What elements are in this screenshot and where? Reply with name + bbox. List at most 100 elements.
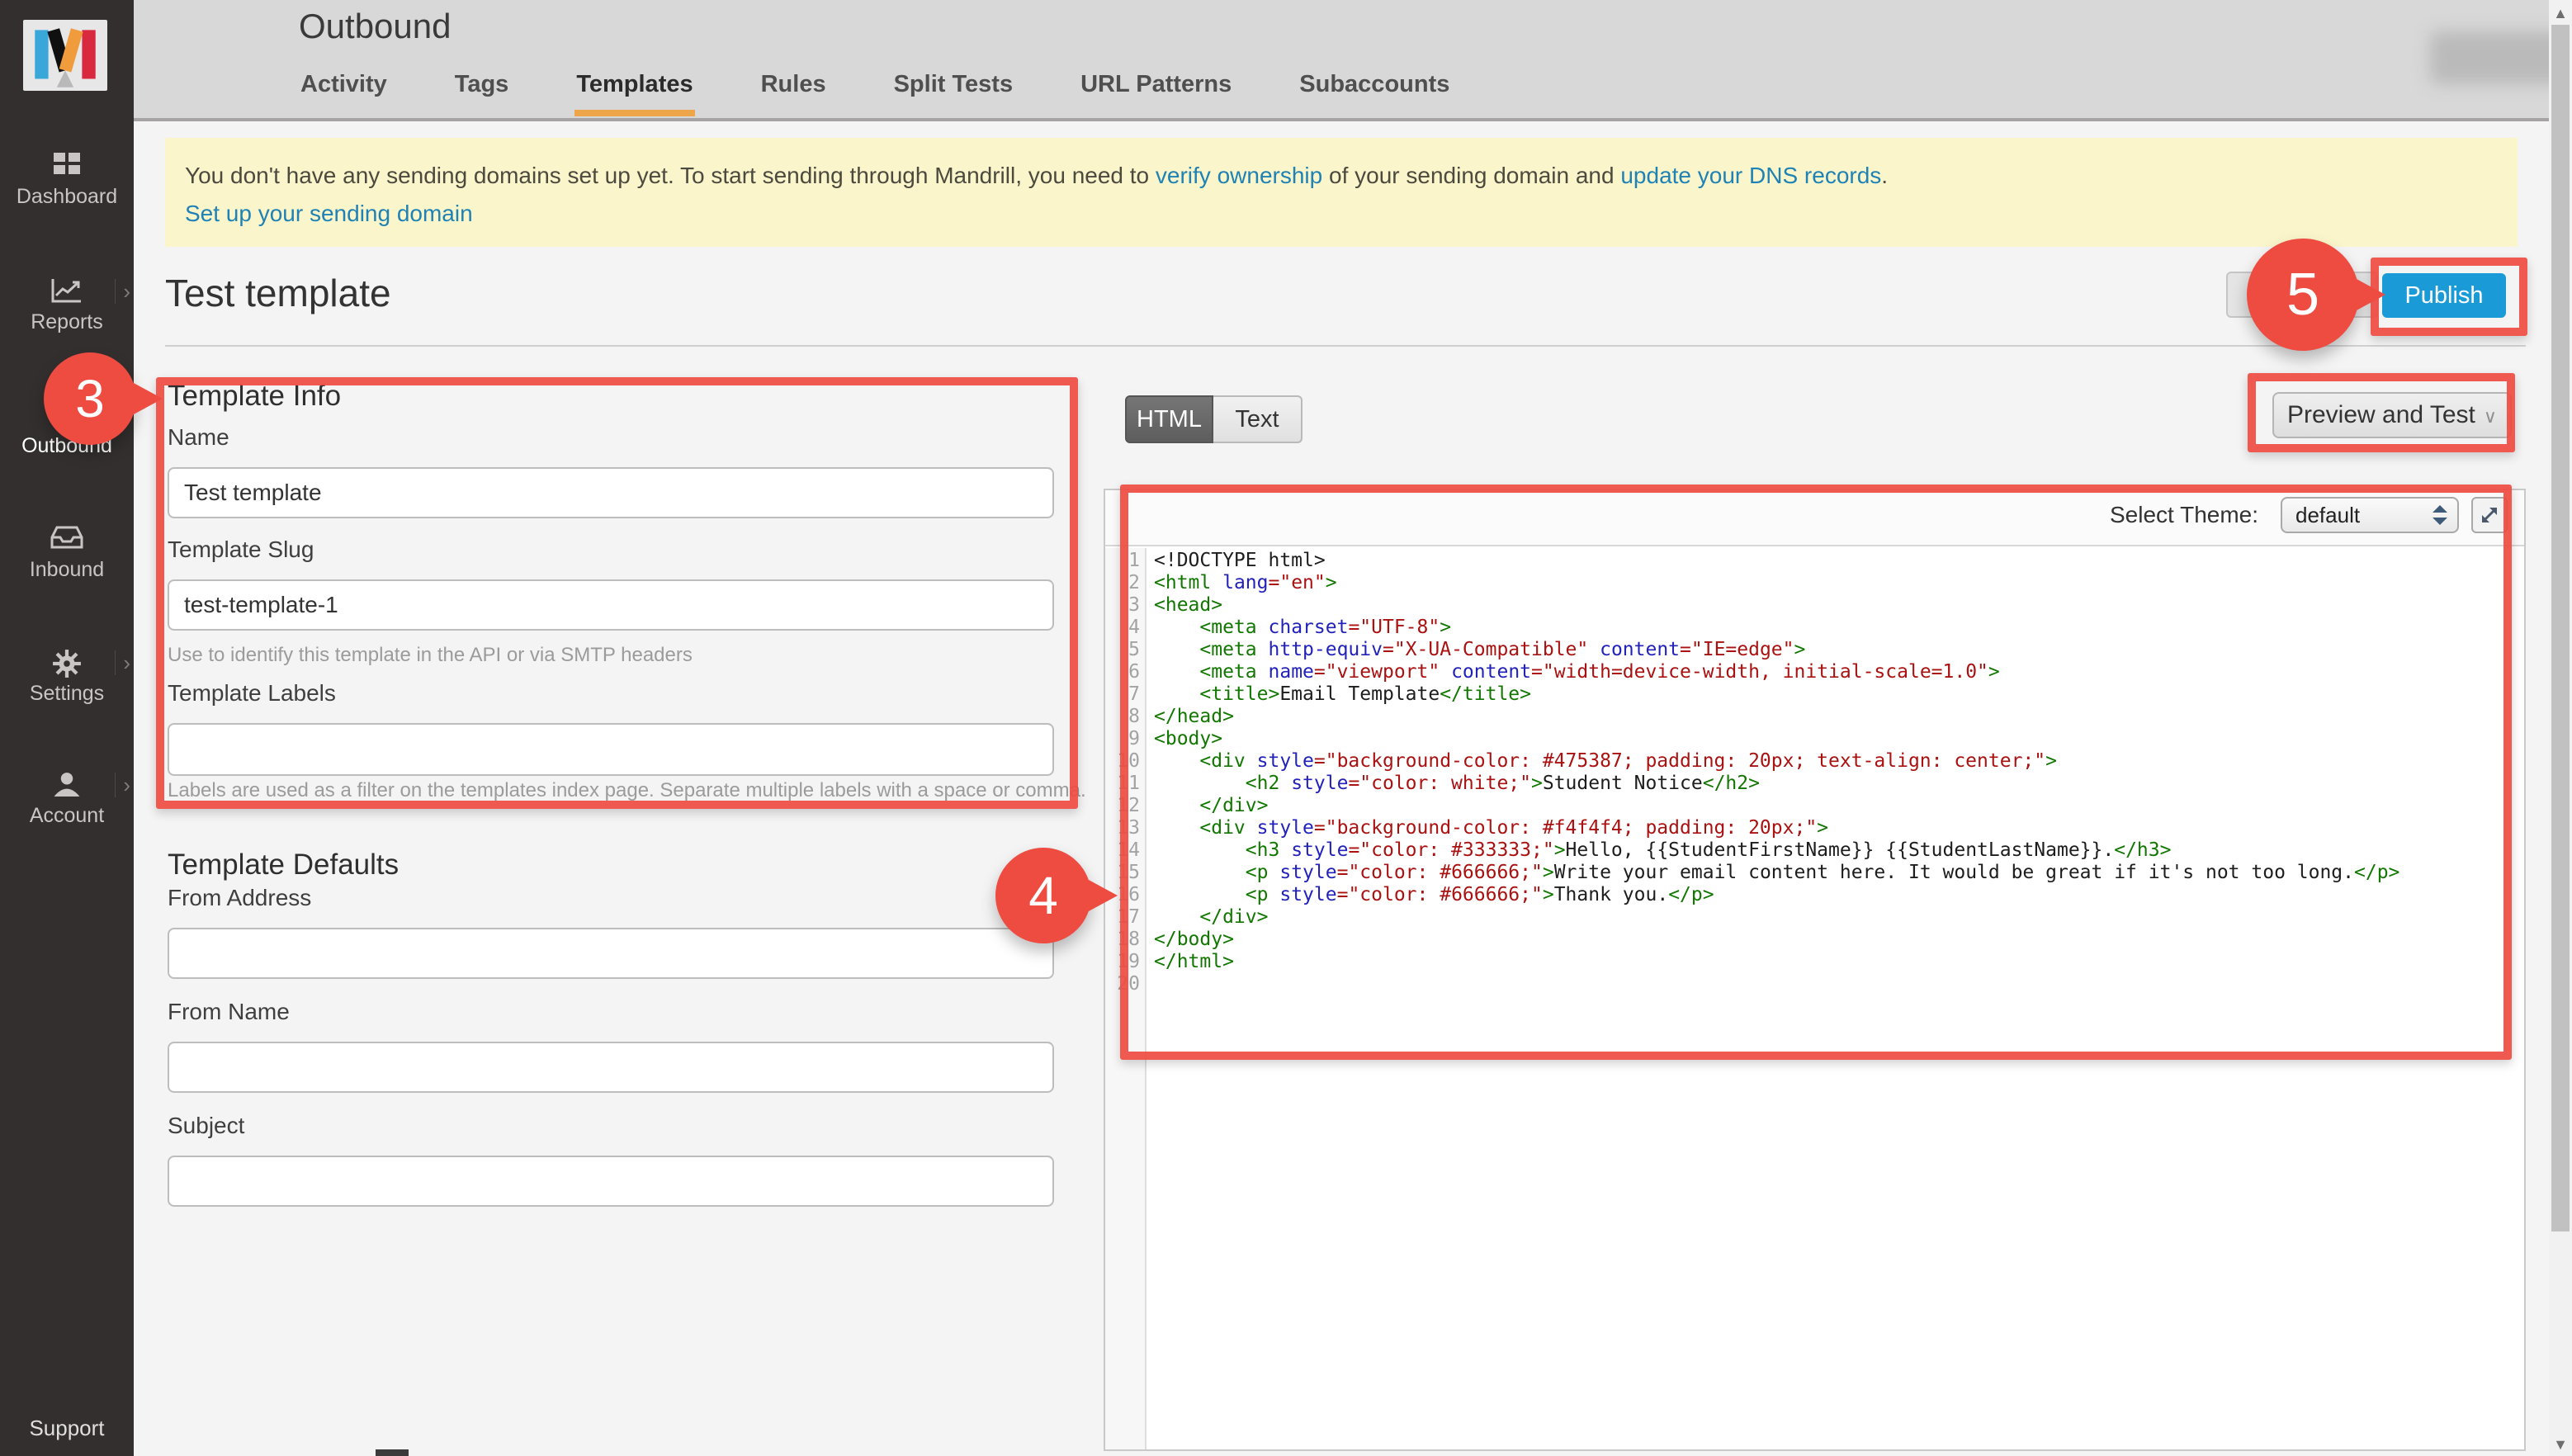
tab-tags[interactable]: Tags xyxy=(453,68,511,116)
line-number: 20 xyxy=(1105,973,1140,995)
tab-templates[interactable]: Templates xyxy=(574,68,694,116)
line-number: 2 xyxy=(1105,572,1140,594)
preview-and-test-button[interactable]: Preview and Test∨ xyxy=(2272,392,2512,438)
sidebar-item-reports[interactable]: Reports › xyxy=(0,274,134,334)
scrollbar-thumb[interactable] xyxy=(2551,25,2570,1231)
code-line[interactable]: <h2 style="color: white;">Student Notice… xyxy=(1154,773,1760,795)
line-number: 12 xyxy=(1105,795,1140,817)
sidebar: DashboardReports›OutboundInboundSettings… xyxy=(0,0,134,1456)
code-line[interactable]: <meta name="viewport" content="width=dev… xyxy=(1154,661,2000,683)
code-line[interactable]: <p style="color: #666666;">Write your em… xyxy=(1154,862,2399,884)
scroll-up-arrow-icon[interactable]: ▲ xyxy=(2552,5,2569,21)
sidebar-item-dashboard[interactable]: Dashboard xyxy=(0,149,134,209)
line-number: 13 xyxy=(1105,817,1140,839)
sidebar-item-inbound[interactable]: Inbound xyxy=(0,522,134,582)
name-label: Name xyxy=(168,424,229,451)
stepper-arrows-icon xyxy=(2431,503,2449,527)
code-line[interactable]: </div> xyxy=(1154,906,1268,929)
scrollbar[interactable]: ▲ ▼ xyxy=(2549,0,2572,1456)
sidebar-item-settings[interactable]: Settings› xyxy=(0,645,134,706)
tab-split-tests[interactable]: Split Tests xyxy=(892,68,1015,116)
code-line[interactable]: <html lang="en"> xyxy=(1154,572,1337,594)
subject-label: Subject xyxy=(168,1113,244,1139)
code-line[interactable]: <body> xyxy=(1154,728,1222,750)
code-line[interactable]: </head> xyxy=(1154,706,1234,728)
subject-input[interactable] xyxy=(168,1156,1054,1207)
chevron-right-icon: › xyxy=(115,279,130,304)
setup-sending-domain-link[interactable]: Set up your sending domain xyxy=(185,201,473,226)
line-number: 14 xyxy=(1105,839,1140,862)
line-number: 1 xyxy=(1105,550,1140,572)
select-theme-label: Select Theme: xyxy=(2110,502,2258,528)
scroll-down-arrow-icon[interactable]: ▼ xyxy=(2552,1436,2569,1453)
template-defaults-heading: Template Defaults xyxy=(168,849,399,882)
code-line[interactable]: </body> xyxy=(1154,929,1234,951)
account-icon xyxy=(0,768,134,804)
header-tabs: Activity Tags Templates Rules Split Tests URL… xyxy=(299,68,1451,116)
verify-ownership-link[interactable]: verify ownership xyxy=(1156,163,1322,188)
code-line[interactable]: <head> xyxy=(1154,594,1222,617)
template-labels-label: Template Labels xyxy=(168,680,336,707)
reports-icon xyxy=(0,274,134,310)
code-line[interactable]: </html> xyxy=(1154,951,1234,973)
tab-html[interactable]: HTML xyxy=(1125,395,1213,443)
partially-visible-element xyxy=(376,1449,409,1456)
update-dns-records-link[interactable]: update your DNS records xyxy=(1620,163,1881,188)
template-slug-input[interactable] xyxy=(168,579,1054,631)
code-line[interactable]: <div style="background-color: #f4f4f4; p… xyxy=(1154,817,1828,839)
sidebar-item-label: Reports xyxy=(0,310,134,334)
annotation-balloon-3: 3 xyxy=(44,352,136,445)
tab-url-patterns[interactable]: URL Patterns xyxy=(1079,68,1233,116)
publish-button[interactable]: Publish xyxy=(2382,273,2506,318)
chevron-down-icon: ∨ xyxy=(2484,406,2497,427)
from-address-label: From Address xyxy=(168,885,311,911)
code-line[interactable]: <meta http-equiv="X-UA-Compatible" conte… xyxy=(1154,639,1805,661)
theme-select[interactable]: default xyxy=(2281,497,2459,533)
header: Outbound Activity Tags Templates Rules Split… xyxy=(134,0,2572,121)
line-number: 8 xyxy=(1105,706,1140,728)
tab-rules[interactable]: Rules xyxy=(759,68,828,116)
mandrill-logo[interactable] xyxy=(23,20,107,91)
annotation-balloon-5: 5 xyxy=(2247,239,2359,351)
code-line[interactable]: <h3 style="color: #333333;">Hello, {{Stu… xyxy=(1154,839,2171,862)
code-line[interactable]: <div style="background-color: #475387; p… xyxy=(1154,750,2057,773)
code-line[interactable]: <!DOCTYPE html> xyxy=(1154,550,1326,572)
tab-text[interactable]: Text xyxy=(1213,395,1303,443)
tab-activity[interactable]: Activity xyxy=(299,68,389,116)
mandrill-app: Dashboard Reports › Outbound Inbound Settings… xyxy=(0,0,2572,1456)
expand-icon xyxy=(2479,504,2500,526)
page-section-title: Outbound xyxy=(299,7,452,46)
template-labels-help: Labels are used as a filter on the templ… xyxy=(168,779,1086,802)
code-line[interactable]: <p style="color: #666666;">Thank you.</p… xyxy=(1154,884,1714,906)
line-number: 6 xyxy=(1105,661,1140,683)
banner-text: You don't have any sending domains set u… xyxy=(185,163,1156,188)
template-info-heading: Template Info xyxy=(168,380,341,413)
inbound-icon xyxy=(0,522,134,558)
code-line[interactable]: <title>Email Template</title> xyxy=(1154,683,1531,706)
divider xyxy=(165,345,2526,347)
settings-icon xyxy=(0,645,134,682)
tab-subaccounts[interactable]: Subaccounts xyxy=(1298,68,1451,116)
banner-message: You don't have any sending domains set u… xyxy=(185,163,1888,189)
code-line[interactable]: </div> xyxy=(1154,795,1268,817)
line-number: 9 xyxy=(1105,728,1140,750)
name-input[interactable] xyxy=(168,467,1054,518)
template-slug-label: Template Slug xyxy=(168,537,314,563)
sidebar-item-account[interactable]: Account› xyxy=(0,768,134,828)
line-number: 11 xyxy=(1105,773,1140,795)
chevron-right-icon: › xyxy=(115,650,130,675)
sidebar-item-label: Inbound xyxy=(0,558,134,582)
annotation-balloon-4: 4 xyxy=(995,848,1091,943)
line-number: 18 xyxy=(1105,929,1140,951)
template-labels-input[interactable] xyxy=(168,723,1054,776)
sidebar-item-label: Dashboard xyxy=(0,185,134,209)
banner-text: of your sending domain and xyxy=(1322,163,1620,188)
from-name-input[interactable] xyxy=(168,1042,1054,1093)
sending-domain-warning-banner: You don't have any sending domains set u… xyxy=(165,138,2518,247)
from-address-input[interactable] xyxy=(168,928,1054,979)
sidebar-item-support[interactable]: Support xyxy=(0,1416,134,1441)
expand-editor-button[interactable] xyxy=(2471,497,2508,533)
template-slug-help: Use to identify this template in the API… xyxy=(168,644,693,667)
line-number: 4 xyxy=(1105,617,1140,639)
code-line[interactable]: <meta charset="UTF-8"> xyxy=(1154,617,1451,639)
